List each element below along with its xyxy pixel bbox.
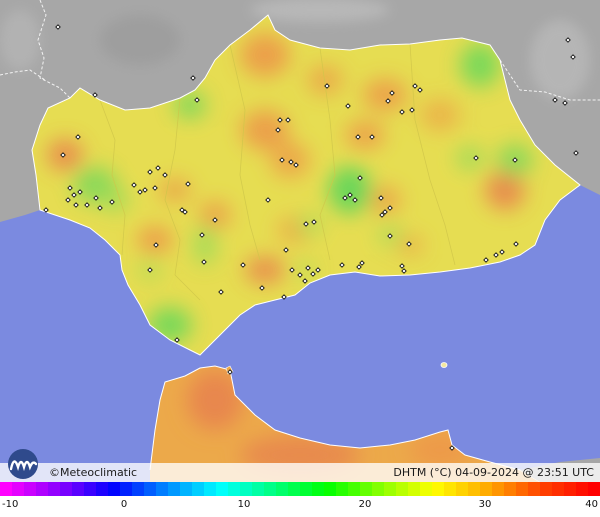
legend-swatch (516, 482, 529, 496)
legend-swatch (444, 482, 457, 496)
legend-swatch (336, 482, 349, 496)
legend-tick-30: 30 (478, 499, 492, 510)
map-view[interactable]: ©Meteoclimatic DHTM (°C) 04-09-2024 @ 23… (0, 0, 600, 482)
legend-swatch (360, 482, 373, 496)
legend-swatch (48, 482, 61, 496)
legend-swatch (72, 482, 85, 496)
legend-tick-10: 10 (237, 499, 251, 510)
legend-swatch (252, 482, 265, 496)
legend-swatch (576, 482, 589, 496)
legend-swatch (288, 482, 301, 496)
legend-swatch (192, 482, 205, 496)
legend-swatch (324, 482, 337, 496)
legend-swatch (504, 482, 517, 496)
legend-swatch (396, 482, 409, 496)
legend-swatch (144, 482, 157, 496)
legend-swatch (480, 482, 493, 496)
legend-swatch (132, 482, 145, 496)
temperature-map (0, 0, 600, 482)
alboran-island (440, 362, 448, 368)
legend-swatch (540, 482, 553, 496)
legend-swatch (420, 482, 433, 496)
legend-swatch (564, 482, 577, 496)
legend-swatch (588, 482, 600, 496)
legend-swatch (528, 482, 541, 496)
legend-swatch (552, 482, 565, 496)
legend-swatch (240, 482, 253, 496)
legend-swatch (432, 482, 445, 496)
legend-swatch (468, 482, 481, 496)
legend-swatch (108, 482, 121, 496)
legend-swatch (372, 482, 385, 496)
legend-swatch (264, 482, 277, 496)
map-caption: DHTM (°C) 04-09-2024 @ 23:51 UTC (393, 466, 594, 479)
legend-swatch (156, 482, 169, 496)
legend-swatch (96, 482, 109, 496)
legend-swatch (24, 482, 37, 496)
legend-swatch (168, 482, 181, 496)
legend-tick-0: 0 (120, 499, 128, 510)
meteoclimatic-logo-icon (8, 449, 38, 479)
legend-swatch (408, 482, 421, 496)
legend-swatch (204, 482, 217, 496)
legend-tick-20: 20 (358, 499, 372, 510)
brand-label: ©Meteoclimatic (49, 466, 138, 479)
legend-swatch (0, 482, 13, 496)
legend-swatch (228, 482, 241, 496)
legend-color-bar (0, 482, 600, 496)
legend-swatch (312, 482, 325, 496)
legend-swatch (12, 482, 25, 496)
legend-swatch (36, 482, 49, 496)
legend-swatch (180, 482, 193, 496)
legend-swatch (276, 482, 289, 496)
legend-tick-max: 40 (585, 499, 598, 510)
legend-tick-min: -10 (2, 499, 19, 510)
color-legend: -10 0 10 20 30 40 (0, 482, 600, 517)
legend-swatch (216, 482, 229, 496)
legend-swatch (84, 482, 97, 496)
legend-swatch (456, 482, 469, 496)
legend-swatch (492, 482, 505, 496)
legend-swatch (300, 482, 313, 496)
legend-swatch (384, 482, 397, 496)
legend-swatch (120, 482, 133, 496)
legend-swatch (60, 482, 73, 496)
legend-swatch (348, 482, 361, 496)
